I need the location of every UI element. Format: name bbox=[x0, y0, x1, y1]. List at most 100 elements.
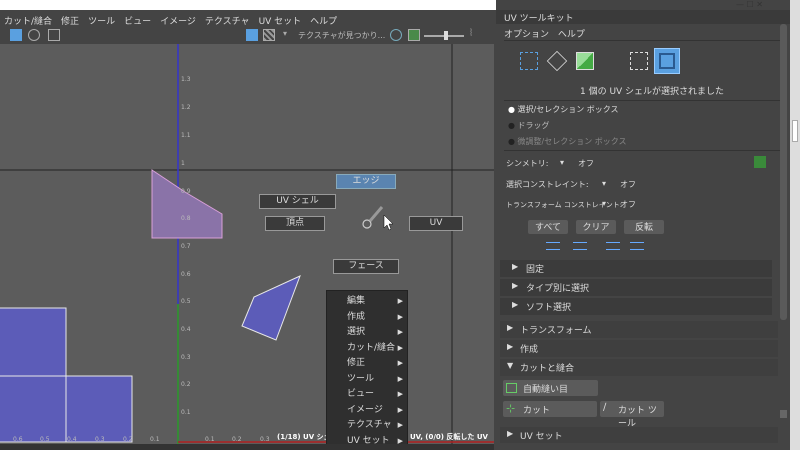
section-label: ソフト選択 bbox=[526, 303, 572, 313]
viewport-scrollbar[interactable] bbox=[0, 444, 494, 450]
u-tick-label: 0.1 bbox=[150, 436, 160, 443]
context-menu-item-label: 編集 bbox=[347, 296, 366, 306]
context-menu-item[interactable]: テクスチャ ▶ bbox=[327, 418, 409, 434]
select-border-icon[interactable] bbox=[606, 242, 620, 250]
context-menu-item[interactable]: イメージ ▶ bbox=[327, 403, 409, 419]
shaded-icon[interactable] bbox=[28, 29, 40, 41]
panel-scrollbar-lower[interactable] bbox=[780, 410, 787, 418]
uv-shell-1 bbox=[0, 307, 67, 377]
selection-status: 1 個の UV シェルが選択されました bbox=[580, 87, 725, 97]
radio-select-box[interactable]: ● 選択/セレクション ボックス bbox=[508, 104, 619, 115]
menu-view[interactable]: ビュー bbox=[120, 10, 156, 27]
symmetry-pick-icon[interactable] bbox=[754, 156, 766, 168]
marking-vertex[interactable]: 頂点 bbox=[265, 216, 325, 231]
globe-icon[interactable] bbox=[390, 29, 402, 41]
context-menu-item-label: ツール bbox=[347, 373, 375, 384]
grid-icon[interactable] bbox=[10, 29, 22, 41]
section-pin[interactable]: ▶ 固定 bbox=[500, 260, 772, 277]
cut-button[interactable]: ⊹ カット bbox=[503, 401, 597, 417]
context-menu-item[interactable]: 編集 ▶ bbox=[327, 294, 409, 310]
panel-scrollbar[interactable] bbox=[780, 24, 787, 320]
expand-arrow-icon: ▶ bbox=[507, 342, 514, 351]
edge-mode-icon[interactable] bbox=[546, 50, 568, 72]
select-shell-icon[interactable] bbox=[630, 242, 644, 250]
outer-scroll-thumb[interactable] bbox=[792, 120, 798, 142]
transform-constraint-value[interactable]: オフ bbox=[620, 199, 636, 210]
panel-menu-help[interactable]: ヘルプ bbox=[558, 30, 585, 40]
auto-seams-button[interactable]: 自動縫い目 bbox=[503, 380, 598, 396]
uv-shell-glyph bbox=[659, 53, 675, 69]
marking-uv[interactable]: UV bbox=[409, 216, 463, 231]
radio-label: 選択/セレクション ボックス bbox=[517, 105, 619, 114]
shrink-select-icon[interactable] bbox=[573, 242, 587, 250]
section-create[interactable]: ▶ 作成 bbox=[500, 340, 778, 357]
window-controls[interactable]: — ☐ ✕ bbox=[736, 0, 796, 10]
divider bbox=[504, 150, 784, 151]
vertex-mode-icon[interactable] bbox=[520, 52, 538, 70]
menu-uvset[interactable]: UV セット bbox=[255, 10, 307, 27]
cut-tool-button[interactable]: ∕ カット ツール bbox=[600, 401, 664, 429]
menu-texture[interactable]: テクスチャ bbox=[201, 10, 255, 27]
uv-editor-toolbar: ▾ テクスチャが見つかり... ⦚ bbox=[0, 27, 496, 44]
expand-arrow-icon: ▶ bbox=[512, 281, 519, 290]
auto-seams-label: 自動縫い目 bbox=[523, 385, 569, 395]
context-menu-item[interactable]: カット/縫合 ▶ bbox=[327, 341, 409, 357]
image-display-icon[interactable] bbox=[246, 29, 258, 41]
uv-viewport[interactable]: 1.3 1.2 1.1 1 0.9 0.8 0.7 0.6 0.5 0.4 0.3 0.2 0.1 0.… bbox=[0, 44, 494, 444]
marking-face[interactable]: フェース bbox=[333, 259, 399, 274]
menu-help[interactable]: ヘルプ bbox=[306, 10, 342, 27]
context-menu-item[interactable]: 作成 ▶ bbox=[327, 310, 409, 326]
context-menu: 編集 ▶ 作成 ▶ 選択 ▶ カット/縫合 ▶ 修正 ▶ ツール ▶ ビュー ▶ イメージ ▶ テクスチャ ▶ UV… bbox=[326, 290, 408, 448]
symmetry-dropdown-arrow[interactable]: ▾ bbox=[560, 158, 564, 167]
panel-menubar: オプション ヘルプ bbox=[504, 27, 585, 40]
context-menu-item[interactable]: ビュー ▶ bbox=[327, 387, 409, 403]
context-menu-item[interactable]: ツール ▶ bbox=[327, 372, 409, 388]
face-mode-icon[interactable] bbox=[576, 52, 594, 70]
select-all-button[interactable]: すべて bbox=[528, 220, 568, 234]
menu-cut-sew[interactable]: カット/縫合 bbox=[0, 10, 57, 27]
section-transform[interactable]: ▶ トランスフォーム bbox=[500, 321, 778, 338]
marking-edge[interactable]: エッジ bbox=[336, 174, 396, 189]
constraint-value[interactable]: オフ bbox=[620, 179, 636, 190]
section-select-by-type[interactable]: ▶ タイプ別に選択 bbox=[500, 279, 772, 296]
menu-tool[interactable]: ツール bbox=[84, 10, 120, 27]
grow-select-icon[interactable] bbox=[546, 242, 560, 250]
invert-button[interactable]: 反転 bbox=[624, 220, 664, 234]
menu-image[interactable]: イメージ bbox=[156, 10, 201, 27]
menu-modify[interactable]: 修正 bbox=[57, 10, 84, 27]
uv-shell-mode-icon[interactable] bbox=[654, 48, 680, 74]
u-tick-label: 0.2 bbox=[123, 436, 133, 443]
panel-menu-options[interactable]: オプション bbox=[504, 30, 549, 40]
section-cut-and-sew[interactable]: ▼ カットと縫合 bbox=[500, 359, 778, 376]
transform-constraint-dropdown-arrow[interactable]: ▾ bbox=[602, 199, 606, 208]
uv-shell-3 bbox=[65, 375, 133, 443]
uv-shell-2 bbox=[0, 375, 67, 443]
mouse-cursor bbox=[383, 214, 394, 231]
marking-menu-direction bbox=[368, 206, 384, 222]
exposure-slider-handle[interactable] bbox=[444, 31, 448, 40]
radio-tweak[interactable]: ● 微調整/セレクション ボックス bbox=[508, 136, 627, 147]
v-tick-label: 0.7 bbox=[181, 243, 191, 250]
checker-icon[interactable] bbox=[263, 29, 275, 41]
context-menu-item[interactable]: 修正 ▶ bbox=[327, 356, 409, 372]
texture-image-icon[interactable] bbox=[408, 29, 420, 41]
v-tick-label: 0.9 bbox=[181, 188, 191, 195]
context-menu-item[interactable]: 選択 ▶ bbox=[327, 325, 409, 341]
v-tick-label: 0.4 bbox=[181, 326, 191, 333]
v-tick-label: 0.2 bbox=[181, 381, 191, 388]
snapshot-icon[interactable] bbox=[48, 29, 60, 41]
outer-scrollbar[interactable] bbox=[790, 0, 800, 450]
texture-field[interactable]: テクスチャが見つかり... bbox=[298, 30, 385, 41]
section-uv-set[interactable]: ▶ UV セット bbox=[500, 427, 778, 443]
radio-drag[interactable]: ● ドラッグ bbox=[508, 120, 550, 131]
constraint-label: 選択コンストレイント: bbox=[506, 180, 589, 189]
clear-button[interactable]: クリア bbox=[576, 220, 616, 234]
section-soft-select[interactable]: ▶ ソフト選択 bbox=[500, 298, 772, 315]
uv-mode-icon[interactable] bbox=[630, 52, 648, 70]
more-icon[interactable]: ⦚ bbox=[470, 28, 472, 39]
constraint-dropdown-arrow[interactable]: ▾ bbox=[602, 179, 606, 188]
marking-uv-shell[interactable]: UV シェル bbox=[259, 194, 336, 209]
u-tick-label: 0.5 bbox=[40, 436, 50, 443]
dropdown-arrow-icon[interactable]: ▾ bbox=[283, 29, 287, 38]
symmetry-value[interactable]: オフ bbox=[578, 158, 594, 169]
